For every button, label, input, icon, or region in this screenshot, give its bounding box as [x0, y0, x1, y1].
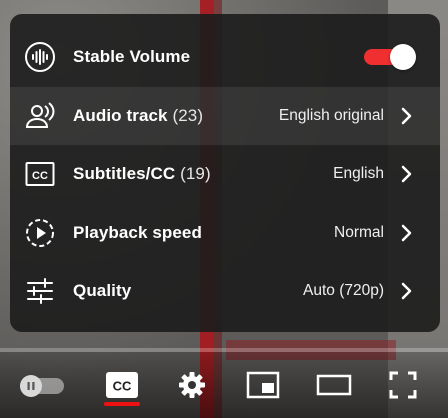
chevron-right-icon — [400, 281, 414, 301]
settings-item-subtitles[interactable]: CC Subtitles/CC (19) English — [10, 145, 440, 204]
settings-item-value: English original — [278, 106, 384, 124]
subtitles-button[interactable]: CC — [104, 370, 140, 404]
fullscreen-button[interactable] — [386, 370, 420, 404]
subtitles-cc-icon: CC — [104, 370, 140, 405]
settings-button[interactable] — [174, 370, 210, 404]
miniplayer-icon — [245, 370, 281, 405]
settings-item-label: Stable Volume — [73, 47, 191, 67]
settings-item-playback-speed[interactable]: Playback speed Normal — [10, 204, 440, 263]
settings-item-value: English — [333, 165, 384, 183]
stable-volume-toggle[interactable] — [364, 44, 416, 71]
settings-menu: Stable Volume Audio track (23) English o… — [10, 14, 440, 332]
audio-track-icon — [24, 100, 56, 132]
gear-icon — [176, 369, 208, 406]
theater-mode-button[interactable] — [314, 370, 354, 404]
settings-item-quality[interactable]: Quality Auto (720p) — [10, 262, 440, 321]
autoplay-toggle[interactable] — [20, 375, 70, 397]
subtitles-icon: CC — [24, 158, 56, 190]
subtitles-active-indicator — [104, 402, 140, 406]
svg-text:CC: CC — [113, 378, 132, 393]
playback-speed-icon — [24, 217, 56, 249]
miniplayer-button[interactable] — [244, 370, 282, 404]
settings-item-label: Playback speed — [73, 222, 202, 242]
stable-volume-icon — [24, 41, 56, 73]
pause-icon — [20, 375, 42, 397]
player-controls: CC — [0, 352, 448, 418]
quality-icon — [24, 275, 56, 307]
settings-item-label: Quality — [73, 281, 132, 301]
chevron-right-icon — [400, 106, 414, 126]
chevron-right-icon — [400, 223, 414, 243]
settings-item-label: Audio track (23) — [73, 105, 204, 125]
svg-text:CC: CC — [32, 170, 48, 182]
fullscreen-icon — [388, 370, 418, 405]
settings-item-value: Auto (720p) — [303, 282, 384, 300]
settings-item-stable-volume[interactable]: Stable Volume — [10, 28, 440, 87]
theater-mode-icon — [315, 370, 353, 405]
settings-item-audio-track[interactable]: Audio track (23) English original — [10, 86, 440, 145]
settings-item-value: Normal — [334, 223, 384, 241]
settings-item-label: Subtitles/CC (19) — [73, 164, 211, 184]
chevron-right-icon — [400, 164, 414, 184]
